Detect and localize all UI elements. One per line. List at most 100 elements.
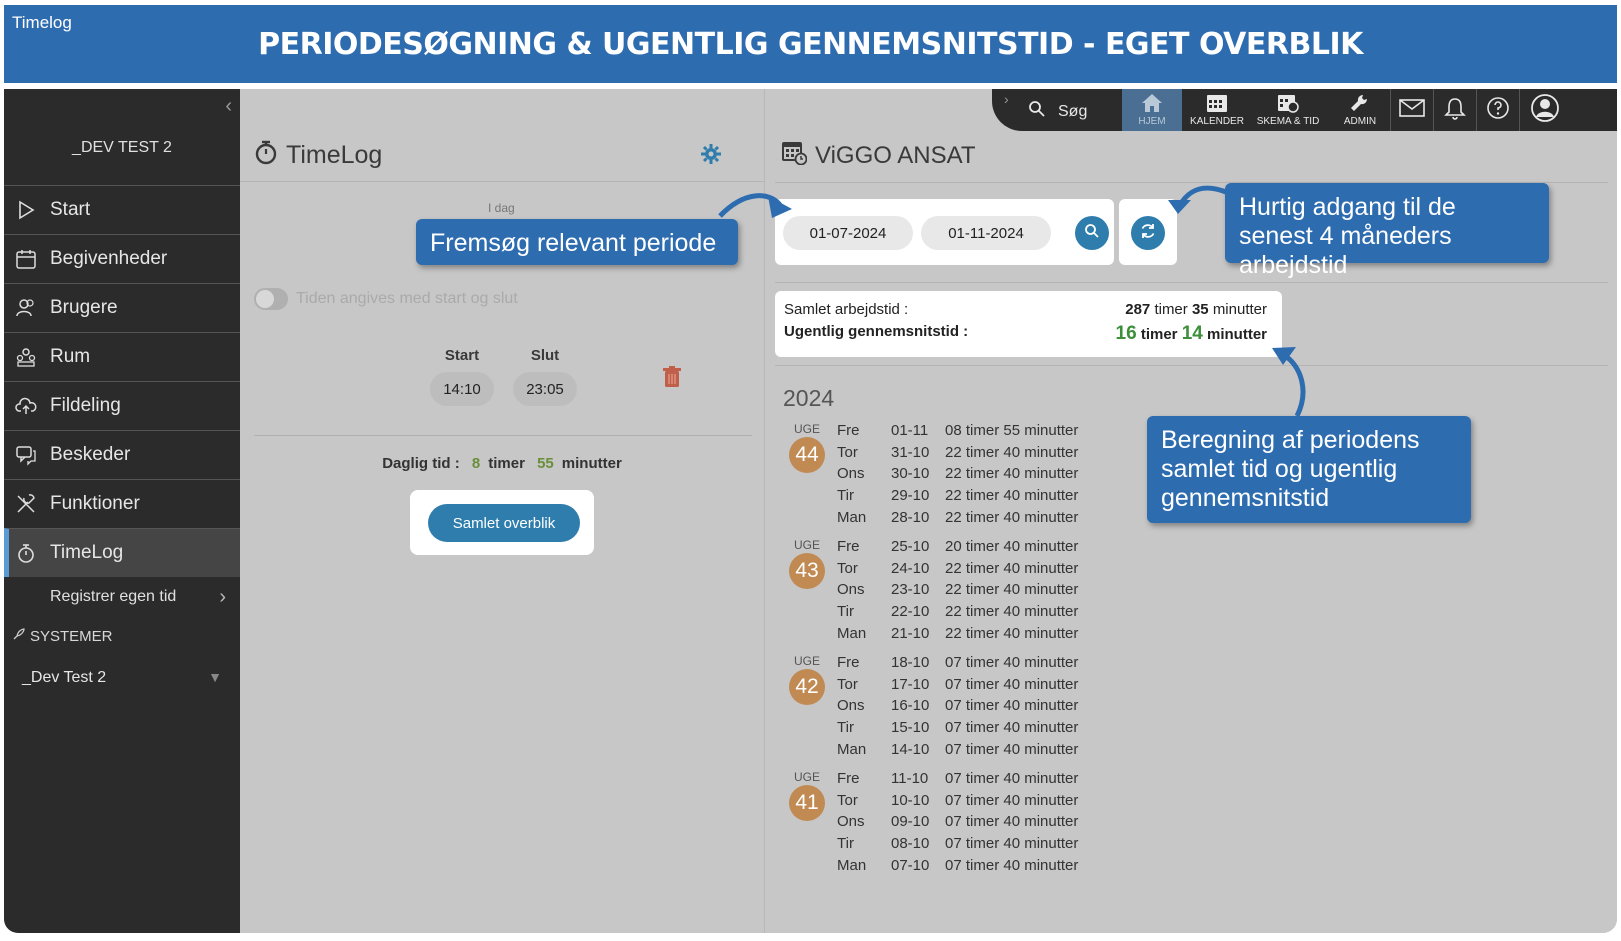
day-row[interactable]: Ons 16-10 07 timer 40 minutter [837, 697, 1078, 719]
callout-quick-access: Hurtig adgang til de senest 4 måneders a… [1225, 183, 1549, 279]
day-time: 22 timer 40 minutter [945, 559, 1079, 577]
sidebar-item-funktioner[interactable]: Funktioner [4, 479, 240, 528]
chevron-right-icon[interactable]: › [1004, 91, 1009, 107]
week-label: UGE [794, 770, 821, 784]
day-row[interactable]: Man 21-10 22 timer 40 minutter [837, 625, 1078, 647]
samlet-overblik-button[interactable]: Samlet overblik [428, 504, 580, 542]
day-date: 01-11 [891, 422, 929, 439]
total-hours: 287 [1125, 301, 1151, 318]
day-row[interactable]: Ons 23-10 22 timer 40 minutter [837, 581, 1078, 603]
daily-minutes: 55 [537, 455, 554, 472]
start-end-toggle[interactable]: Tiden angives med start og slut [254, 288, 518, 310]
nav-hjem-label: HJEM [1138, 116, 1166, 127]
day-name: Tir [837, 487, 854, 505]
search-button[interactable] [1075, 216, 1109, 250]
day-row[interactable]: Fre 18-10 07 timer 40 minutter [837, 654, 1078, 676]
calendar-icon [1206, 93, 1228, 116]
sidebar-item-beskeder[interactable]: Beskeder [4, 430, 240, 479]
trash-icon[interactable] [663, 366, 681, 393]
tools-icon [14, 492, 38, 516]
day-row[interactable]: Tor 10-10 07 timer 40 minutter [837, 792, 1078, 814]
day-time: 08 timer 55 minutter [945, 422, 1079, 439]
day-row[interactable]: Tor 24-10 22 timer 40 minutter [837, 560, 1078, 582]
day-date: 28-10 [891, 508, 930, 526]
day-name: Tor [837, 791, 858, 809]
sidebar-subitem-registrer[interactable]: Registrer egen tid › [4, 577, 240, 617]
day-date: 31-10 [891, 443, 930, 461]
profile-button[interactable] [1519, 89, 1569, 131]
day-name: Ons [837, 697, 865, 715]
date-from-input[interactable]: 01-07-2024 [783, 216, 913, 250]
callout-calculation: Beregning af periodens samlet tid og uge… [1147, 416, 1471, 523]
top-search[interactable]: Søg [1028, 100, 1087, 123]
day-row[interactable]: Tor 31-10 22 timer 40 minutter [837, 444, 1078, 466]
day-name: Tor [837, 443, 858, 461]
day-date: 16-10 [891, 697, 930, 715]
day-name: Ons [837, 581, 865, 599]
divider [775, 282, 1608, 283]
title-banner: Timelog PERIODESØGNING & UGENTLIG GENNEM… [4, 5, 1617, 83]
notifications-button[interactable] [1433, 89, 1475, 131]
help-button[interactable] [1476, 89, 1518, 131]
refresh-button[interactable] [1131, 216, 1165, 250]
day-time: 22 timer 40 minutter [945, 624, 1079, 642]
sidebar-item-start[interactable]: Start [4, 185, 240, 234]
nav-hjem[interactable]: HJEM [1122, 89, 1182, 131]
search-icon [1084, 223, 1100, 244]
daily-minutes-unit: minutter [561, 455, 622, 472]
mail-button[interactable] [1390, 89, 1432, 131]
day-row[interactable]: Man 28-10 22 timer 40 minutter [837, 509, 1078, 531]
rocket-icon [12, 627, 26, 645]
avatar-icon [1530, 93, 1560, 128]
help-icon [1486, 96, 1510, 125]
start-label: Start [444, 347, 480, 364]
week-number-badge: 42 [789, 669, 825, 705]
sidebar-item-brugere[interactable]: Brugere [4, 283, 240, 332]
sidebar-item-begivenheder[interactable]: Begivenheder [4, 234, 240, 283]
day-time: 07 timer 40 minutter [945, 740, 1079, 758]
sidebar-item-timelog[interactable]: TimeLog [4, 528, 240, 577]
banner-title: PERIODESØGNING & UGENTLIG GENNEMSNITSTID… [258, 27, 1363, 62]
start-time-group: Start 14:10 [430, 347, 494, 406]
day-time: 20 timer 40 minutter [945, 538, 1079, 555]
day-row[interactable]: Tor 17-10 07 timer 40 minutter [837, 676, 1078, 698]
day-date: 08-10 [891, 835, 930, 853]
day-date: 15-10 [891, 719, 930, 737]
wrench-icon [1349, 93, 1371, 116]
start-time-input[interactable]: 14:10 [430, 372, 494, 406]
end-time-input[interactable]: 23:05 [513, 372, 577, 406]
day-time: 07 timer 40 minutter [945, 654, 1079, 671]
sidebar-item-fildeling[interactable]: Fildeling [4, 381, 240, 430]
average-hours: 16 [1115, 323, 1137, 344]
bell-icon [1443, 96, 1466, 125]
day-row[interactable]: Fre 25-10 20 timer 40 minutter [837, 538, 1078, 560]
collapse-sidebar-icon[interactable]: ‹ [225, 95, 232, 118]
day-row[interactable]: Man 14-10 07 timer 40 minutter [837, 741, 1078, 763]
nav-admin[interactable]: ADMIN [1332, 89, 1388, 131]
system-select[interactable]: _Dev Test 2 ▼ [22, 669, 222, 687]
day-row[interactable]: Fre 01-11 08 timer 55 minutter [837, 422, 1078, 444]
day-name: Man [837, 508, 867, 526]
nav-skema-label: SKEMA & TID [1256, 116, 1320, 127]
day-time: 07 timer 40 minutter [945, 675, 1079, 693]
day-row[interactable]: Tir 29-10 22 timer 40 minutter [837, 487, 1078, 509]
average-label: Ugentlig gennemsnitstid : [784, 323, 969, 340]
date-to-input[interactable]: 01-11-2024 [921, 216, 1051, 250]
day-row[interactable]: Man 07-10 07 timer 40 minutter [837, 857, 1078, 879]
day-row[interactable]: Tir 22-10 22 timer 40 minutter [837, 603, 1078, 625]
day-time: 22 timer 40 minutter [945, 581, 1079, 599]
sidebar-item-rum[interactable]: Rum [4, 332, 240, 381]
day-row[interactable]: Ons 09-10 07 timer 40 minutter [837, 813, 1078, 835]
nav-kalender[interactable]: KALENDER [1184, 89, 1250, 131]
gear-icon[interactable] [700, 143, 722, 170]
nav-skema[interactable]: SKEMA & TID [1252, 89, 1324, 131]
year-heading: 2024 [783, 385, 835, 411]
day-row[interactable]: Tir 08-10 07 timer 40 minutter [837, 835, 1078, 857]
day-date: 29-10 [891, 487, 930, 505]
day-row[interactable]: Fre 11-10 07 timer 40 minutter [837, 770, 1078, 792]
day-date: 17-10 [891, 675, 930, 693]
day-name: Fre [837, 654, 860, 671]
day-row[interactable]: Tir 15-10 07 timer 40 minutter [837, 719, 1078, 741]
day-row[interactable]: Ons 30-10 22 timer 40 minutter [837, 465, 1078, 487]
day-name: Tir [837, 603, 854, 621]
